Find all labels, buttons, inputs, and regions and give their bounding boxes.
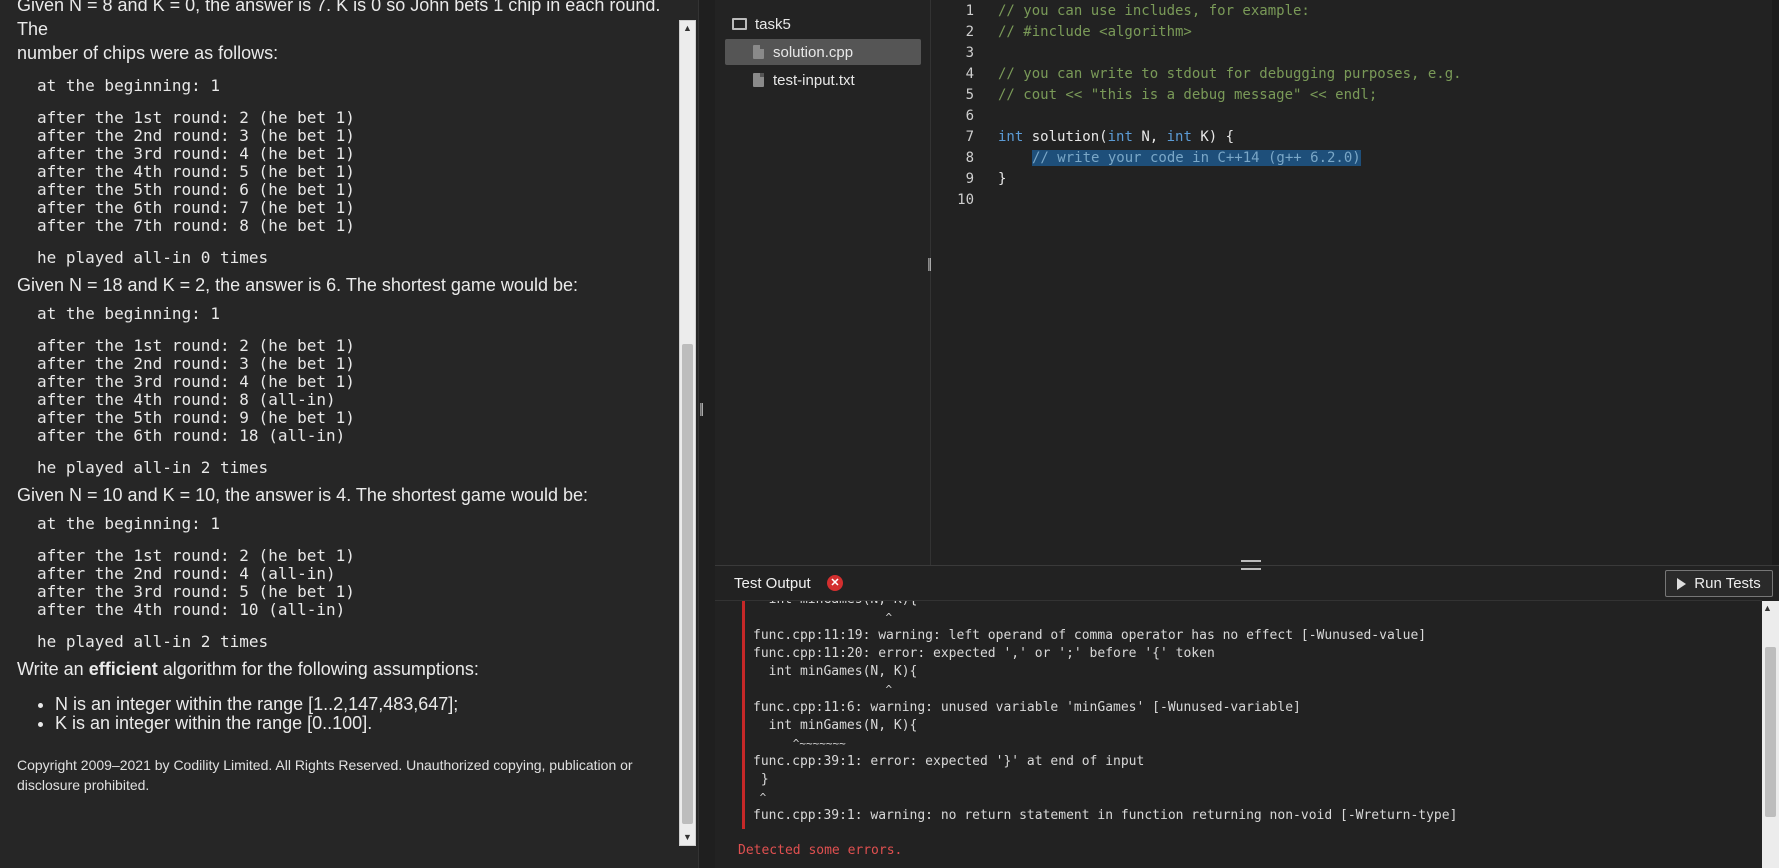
code-line: 5 // cout << "this is a debug message" <<… (932, 85, 1378, 106)
task-text-line: number of chips were as follows: (17, 43, 279, 63)
log-line: int minGames(N, K){ (745, 601, 1760, 609)
code-comment: // #include <algorithm> (998, 24, 1192, 40)
code-keyword: int (1166, 129, 1192, 145)
code-line: 10 (932, 190, 998, 211)
log-line: func.cpp:39:1: warning: no return statem… (753, 808, 1458, 823)
assumption-item: K is an integer within the range [0..100… (55, 714, 677, 733)
file-icon (753, 45, 764, 59)
output-scrollbar[interactable]: ▲ (1762, 601, 1779, 868)
example1-rounds: after the 1st round: 2 (he bet 1) after … (37, 108, 355, 235)
play-icon (1677, 577, 1687, 590)
assumptions-list: N is an integer within the range [1..2,1… (55, 695, 677, 733)
tree-file-solution-cpp[interactable]: solution.cpp (725, 39, 921, 65)
copyright-notice: Copyright 2009–2021 by Codility Limited.… (17, 757, 633, 793)
test-output-title: Test Output (734, 575, 811, 592)
panel-resize-handle[interactable]: || (698, 0, 715, 868)
line-number: 1 (965, 3, 974, 19)
code-comment: // cout << "this is a debug message" << … (998, 87, 1378, 103)
folder-icon (732, 18, 747, 30)
line-number: 3 (965, 45, 974, 61)
file-icon (753, 73, 764, 87)
code-line: 2 // #include <algorithm> (932, 22, 1192, 43)
example3-begin: at the beginning: 1 (37, 514, 221, 533)
code-line: 3 (932, 43, 998, 64)
example1-allin: he played all-in 0 times (37, 248, 269, 267)
resize-grip-icon: || (927, 255, 932, 271)
log-line: ^ (753, 611, 893, 624)
line-number: 4 (965, 66, 974, 82)
error-summary: Detected some errors. (738, 843, 903, 858)
file-label: test-input.txt (773, 71, 855, 89)
resize-grip-icon: || (699, 400, 704, 416)
task-description-content: Given N = 8 and K = 0, the answer is 7. … (17, 0, 677, 795)
scrollbar-thumb[interactable] (682, 344, 693, 824)
line-number: 5 (965, 87, 974, 103)
code-line: 9} (932, 169, 1007, 190)
line-number: 2 (965, 24, 974, 40)
example2-begin: at the beginning: 1 (37, 304, 221, 323)
output-resize-handle[interactable] (1241, 560, 1261, 570)
assumptions-intro-pre: Write an (17, 659, 89, 679)
log-line: func.cpp:39:1: error: expected '}' at en… (753, 754, 1145, 769)
log-line: ^ (753, 683, 893, 696)
line-number: 7 (965, 129, 974, 145)
task-scrollbar[interactable]: ▲ ▼ (679, 20, 696, 846)
run-tests-label: Run Tests (1694, 575, 1761, 592)
code-line: 7 int solution(int N, int K) { (932, 127, 1235, 148)
assumptions-intro-post: algorithm for the following assumptions: (157, 659, 479, 679)
code-line: 4 // you can write to stdout for debuggin… (932, 64, 1462, 85)
folder-label: task5 (755, 15, 791, 33)
editor-right-edge (1772, 0, 1779, 565)
log-line: int minGames(N, K){ (753, 718, 918, 733)
code-selection: // write your code in C++14 (g++ 6.2.0) (1032, 150, 1361, 166)
code-comment: // you can use includes, for example: (998, 3, 1310, 19)
task-description-panel: Given N = 8 and K = 0, the answer is 7. … (0, 0, 698, 868)
log-line: } (753, 772, 769, 787)
example2-intro: Given N = 18 and K = 2, the answer is 6.… (17, 275, 578, 295)
line-number: 8 (965, 150, 974, 166)
code-keyword: int (998, 129, 1024, 145)
assumptions-intro: Write an efficient algorithm for the fol… (17, 657, 677, 681)
example3-rounds: after the 1st round: 2 (he bet 1) after … (37, 546, 355, 619)
code-text: solution( (1023, 129, 1108, 145)
assumption-item: N is an integer within the range [1..2,1… (55, 695, 677, 714)
code-line: 6 (932, 106, 998, 127)
task-text-cut-line: Given N = 8 and K = 0, the answer is 7. … (17, 0, 661, 39)
log-line: func.cpp:11:19: warning: left operand of… (753, 628, 1427, 643)
log-line: ^ (753, 791, 767, 804)
error-status-icon: ✕ (827, 575, 843, 591)
test-output-panel: Test Output ✕ Run Tests int minGames(N, … (715, 560, 1779, 868)
line-number: 10 (957, 192, 974, 208)
scroll-up-icon[interactable]: ▲ (680, 21, 695, 36)
example3-intro: Given N = 10 and K = 10, the answer is 4… (17, 485, 588, 505)
scrollbar-thumb[interactable] (1765, 647, 1776, 817)
code-line: 8 // write your code in C++14 (g++ 6.2.0) (932, 148, 1361, 169)
example3-allin: he played all-in 2 times (37, 632, 269, 651)
code-comment: // you can write to stdout for debugging… (998, 66, 1462, 82)
example2-rounds: after the 1st round: 2 (he bet 1) after … (37, 336, 355, 445)
code-line: 1 // you can use includes, for example: (932, 1, 1310, 22)
tree-folder-task5[interactable]: task5 (732, 11, 791, 37)
file-tree: task5 solution.cpp test-input.txt (715, 0, 931, 565)
example2-allin: he played all-in 2 times (37, 458, 269, 477)
code-text: N, (1132, 129, 1167, 145)
run-tests-button[interactable]: Run Tests (1665, 570, 1773, 597)
code-keyword: int (1107, 129, 1133, 145)
example1-begin: at the beginning: 1 (37, 76, 221, 95)
log-line: func.cpp:11:6: warning: unused variable … (753, 700, 1301, 715)
line-number: 9 (965, 171, 974, 187)
code-text: K) { (1191, 129, 1235, 145)
log-line: int minGames(N, K){ (753, 664, 918, 679)
tree-file-test-input[interactable]: test-input.txt (753, 67, 855, 93)
code-editor[interactable]: 1 // you can use includes, for example: 2… (932, 0, 1779, 565)
log-line: ^~~~~~~~ (753, 737, 846, 750)
line-number: 6 (965, 108, 974, 124)
compiler-log: int minGames(N, K){ ^ func.cpp:11:19: wa… (742, 601, 1760, 829)
scroll-up-icon[interactable]: ▲ (1763, 603, 1772, 613)
log-line: func.cpp:11:20: error: expected ',' or '… (753, 646, 1215, 661)
scroll-down-icon[interactable]: ▼ (680, 830, 695, 845)
file-label: solution.cpp (773, 43, 854, 61)
code-text: } (998, 171, 1007, 187)
assumptions-intro-bold: efficient (88, 659, 158, 679)
